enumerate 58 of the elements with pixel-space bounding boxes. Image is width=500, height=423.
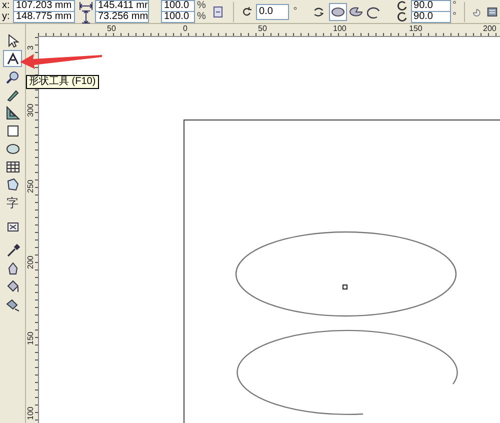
ruler-label: 250 (26, 180, 35, 193)
ellipse-icon (330, 4, 345, 18)
text-tool-icon: 字 (6, 196, 18, 210)
ruler-label: 50 (107, 24, 116, 33)
ruler-label: 50 (258, 24, 267, 33)
pointer-icon (6, 34, 20, 48)
shape-tool-icon (6, 52, 20, 66)
height-icon (79, 10, 93, 24)
width-icon (79, 0, 93, 13)
grid-icon (6, 160, 20, 174)
ruler-label: 200 (483, 24, 496, 33)
angle-field[interactable]: 90.0 (410, 0, 451, 12)
size-field[interactable]: 145.411 mr (95, 0, 149, 12)
lock-ratio-icon (210, 4, 225, 18)
tool-button[interactable]: 字 (3, 194, 22, 211)
pie-icon (348, 4, 363, 18)
properties-icon (486, 4, 498, 18)
scale-field[interactable]: 100.0 (161, 11, 195, 23)
coordinate-label: x: (2, 1, 11, 11)
ruler-label: 150 (26, 332, 35, 345)
ruler-label: 200 (26, 256, 35, 269)
node-handle[interactable] (342, 284, 348, 290)
rotation-field[interactable]: 0.0 (256, 4, 290, 20)
ruler-label: 100 (333, 24, 346, 33)
ruler-label: 150 (409, 24, 422, 33)
ruler-label: 3 (26, 46, 35, 50)
percent-label: % (197, 1, 206, 11)
zoom-icon (6, 70, 20, 84)
pen-icon (6, 88, 20, 102)
percent-label: % (197, 12, 206, 22)
angle-icon (394, 10, 409, 24)
ruler-label: 100 (26, 406, 35, 420)
size-field[interactable]: 73.256 mm (95, 11, 149, 23)
degree-label: ° (452, 12, 457, 22)
angle-field[interactable]: 90.0 (410, 11, 451, 23)
angle-icon (394, 0, 409, 13)
bucket-icon (6, 280, 20, 294)
eyedropper-icon (6, 244, 20, 258)
blend-icon (6, 220, 20, 234)
tool-button[interactable] (3, 50, 22, 67)
position-field[interactable]: 107.203 mm (13, 0, 75, 12)
polygon-icon (6, 178, 20, 192)
shape-mode-button[interactable] (328, 2, 347, 20)
arc-icon (366, 4, 381, 18)
tooltip: 形状工具 (F10) (26, 75, 99, 89)
scale-field[interactable]: 100.0 (161, 0, 195, 12)
fill-tool-icon (6, 298, 20, 312)
pen-nib-icon (6, 262, 20, 276)
ellipse-icon (6, 142, 20, 156)
rectangle-icon (6, 124, 20, 138)
ruler-label: 300 (26, 104, 35, 117)
rotate-icon (240, 4, 252, 18)
coordinate-label: y: (2, 12, 11, 22)
ruler-label: 0 (183, 24, 188, 33)
degree-label: ° (452, 1, 457, 11)
dimension-icon (6, 106, 20, 120)
position-field[interactable]: 148.775 mm (13, 11, 75, 23)
degree-label: ° (293, 6, 298, 16)
